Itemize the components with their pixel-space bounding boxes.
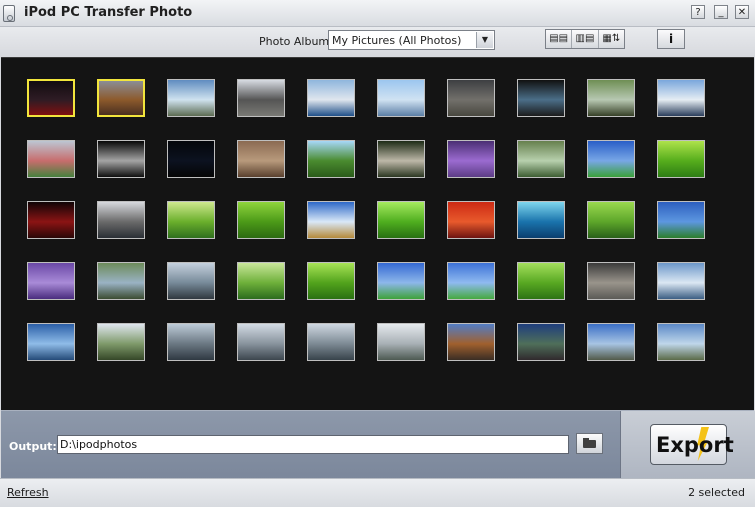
status-bar: Refresh 2 selected (0, 478, 755, 507)
photo-thumbnail[interactable] (377, 323, 425, 361)
output-panel: Output: D:\ipodphotos Export (1, 410, 755, 479)
photo-thumbnail[interactable] (237, 323, 285, 361)
photo-thumbnail[interactable] (97, 201, 145, 239)
photo-thumbnail[interactable] (97, 262, 145, 300)
photo-thumbnail[interactable] (307, 79, 355, 117)
selected-count: 2 selected (688, 486, 745, 499)
help-button[interactable]: ? (691, 5, 705, 19)
photo-thumbnail[interactable] (97, 140, 145, 178)
info-button[interactable]: i (657, 29, 685, 49)
photo-thumbnail[interactable] (27, 262, 75, 300)
photo-thumbnail[interactable] (237, 140, 285, 178)
view-sort-button[interactable]: ▦⇅ (599, 30, 624, 48)
photo-thumbnail[interactable] (657, 79, 705, 117)
photo-thumbnail[interactable] (587, 323, 635, 361)
photo-thumbnail[interactable] (237, 262, 285, 300)
photo-thumbnail[interactable] (657, 262, 705, 300)
photo-thumbnail[interactable] (27, 323, 75, 361)
photo-thumbnail[interactable] (377, 201, 425, 239)
refresh-link[interactable]: Refresh (7, 486, 49, 499)
toolbar: Photo Album: My Pictures (All Photos) ▼ … (0, 27, 755, 56)
photo-thumbnail[interactable] (657, 323, 705, 361)
photo-thumbnail[interactable] (237, 201, 285, 239)
photo-thumbnail[interactable] (657, 140, 705, 178)
photo-thumbnail[interactable] (447, 201, 495, 239)
photo-thumbnail[interactable] (27, 140, 75, 178)
view-mode-buttons: ▤▤ ▥▤ ▦⇅ (545, 29, 625, 49)
photo-thumbnail[interactable] (27, 79, 75, 117)
photo-thumbnail[interactable] (657, 201, 705, 239)
photo-thumbnail[interactable] (377, 140, 425, 178)
photo-thumbnail[interactable] (167, 323, 215, 361)
folder-open-icon[interactable] (576, 433, 603, 454)
photo-gallery (1, 57, 754, 411)
title-bar: iPod PC Transfer Photo ? _ ✕ (0, 0, 755, 27)
export-label: Export (656, 433, 734, 457)
photo-thumbnail[interactable] (307, 140, 355, 178)
photo-thumbnail[interactable] (587, 140, 635, 178)
photo-thumbnail[interactable] (237, 79, 285, 117)
photo-thumbnail[interactable] (97, 323, 145, 361)
photo-thumbnail[interactable] (377, 79, 425, 117)
photo-thumbnail[interactable] (167, 201, 215, 239)
photo-thumbnail[interactable] (517, 323, 565, 361)
photo-thumbnail[interactable] (587, 201, 635, 239)
photo-thumbnail[interactable] (587, 262, 635, 300)
photo-album-dropdown[interactable]: My Pictures (All Photos) ▼ (328, 30, 495, 50)
output-path-field[interactable]: D:\ipodphotos (57, 435, 569, 454)
view-details-button[interactable]: ▥▤ (572, 30, 599, 48)
ipod-app-icon (3, 5, 15, 22)
photo-thumbnail[interactable] (167, 79, 215, 117)
photo-album-selected: My Pictures (All Photos) (332, 34, 462, 47)
photo-thumbnail[interactable] (587, 79, 635, 117)
export-panel: Export (620, 411, 755, 479)
minimize-button[interactable]: _ (714, 5, 728, 19)
photo-thumbnail[interactable] (447, 140, 495, 178)
photo-thumbnail[interactable] (307, 201, 355, 239)
photo-thumbnail[interactable] (307, 323, 355, 361)
photo-thumbnail[interactable] (307, 262, 355, 300)
photo-thumbnail[interactable] (27, 201, 75, 239)
photo-thumbnail[interactable] (167, 262, 215, 300)
photo-album-label: Photo Album: (259, 35, 333, 48)
photo-thumbnail[interactable] (167, 140, 215, 178)
photo-thumbnail[interactable] (517, 140, 565, 178)
view-large-thumbnails-button[interactable]: ▤▤ (546, 30, 573, 48)
chevron-down-icon[interactable]: ▼ (476, 32, 493, 48)
photo-thumbnail[interactable] (517, 201, 565, 239)
photo-thumbnail[interactable] (97, 79, 145, 117)
photo-thumbnail[interactable] (517, 79, 565, 117)
photo-thumbnail[interactable] (377, 262, 425, 300)
window-title: iPod PC Transfer Photo (24, 5, 193, 20)
export-button[interactable]: Export (650, 424, 734, 465)
photo-thumbnail[interactable] (447, 79, 495, 117)
photo-thumbnail[interactable] (517, 262, 565, 300)
photo-thumbnail[interactable] (447, 262, 495, 300)
close-button[interactable]: ✕ (735, 5, 749, 19)
photo-thumbnail[interactable] (447, 323, 495, 361)
output-label: Output: (9, 440, 57, 453)
